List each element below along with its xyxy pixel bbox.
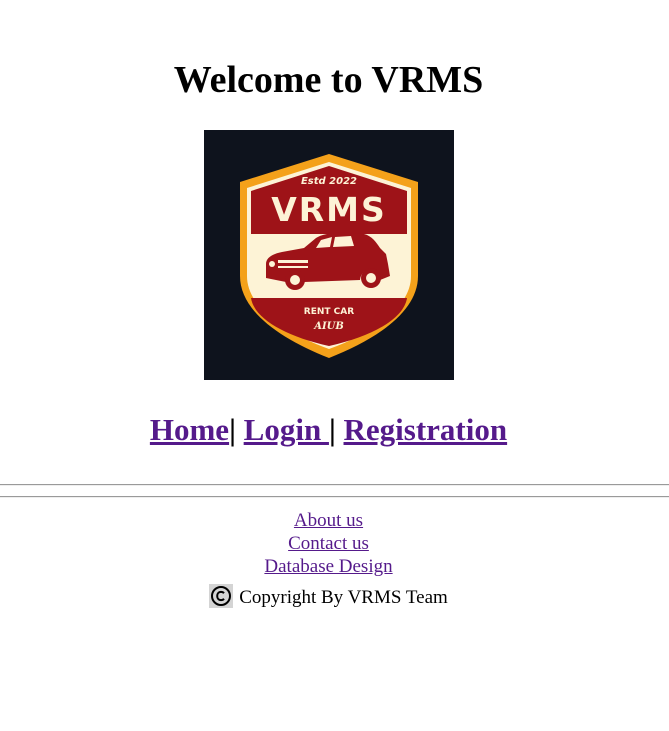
nav-login-link[interactable]: Login	[244, 412, 329, 447]
nav-separator: |	[328, 412, 336, 447]
page-title: Welcome to VRMS	[173, 59, 484, 101]
footer-contact-link[interactable]: Contact us	[288, 532, 369, 555]
footer-database-design-link[interactable]: Database Design	[264, 555, 392, 578]
nav-registration-link[interactable]: Registration	[344, 412, 508, 447]
logo-brand: VRMS	[271, 190, 387, 229]
nav-home-link[interactable]: Home	[150, 412, 229, 447]
divider-top	[0, 484, 669, 486]
logo-established: Estd 2022	[301, 176, 357, 187]
copyright-icon	[209, 584, 234, 608]
footer-about-link[interactable]: About us	[294, 509, 363, 532]
main-nav: Home| Login | Registration	[0, 410, 657, 450]
footer: About us Contact us Database Design Copy…	[0, 509, 657, 609]
logo-tagline: RENT CAR	[304, 307, 354, 317]
nav-separator: |	[229, 412, 236, 447]
vrms-logo-image: Estd 2022 VRMS RENT CAR AIUB	[240, 154, 418, 358]
divider-bottom	[0, 496, 669, 498]
logo-sub: AIUB	[313, 321, 344, 332]
copyright-line: Copyright By VRMS Team	[0, 584, 657, 609]
vrms-logo: Estd 2022 VRMS RENT CAR AIUB	[204, 130, 454, 380]
copyright-text: Copyright By VRMS Team	[239, 587, 448, 608]
